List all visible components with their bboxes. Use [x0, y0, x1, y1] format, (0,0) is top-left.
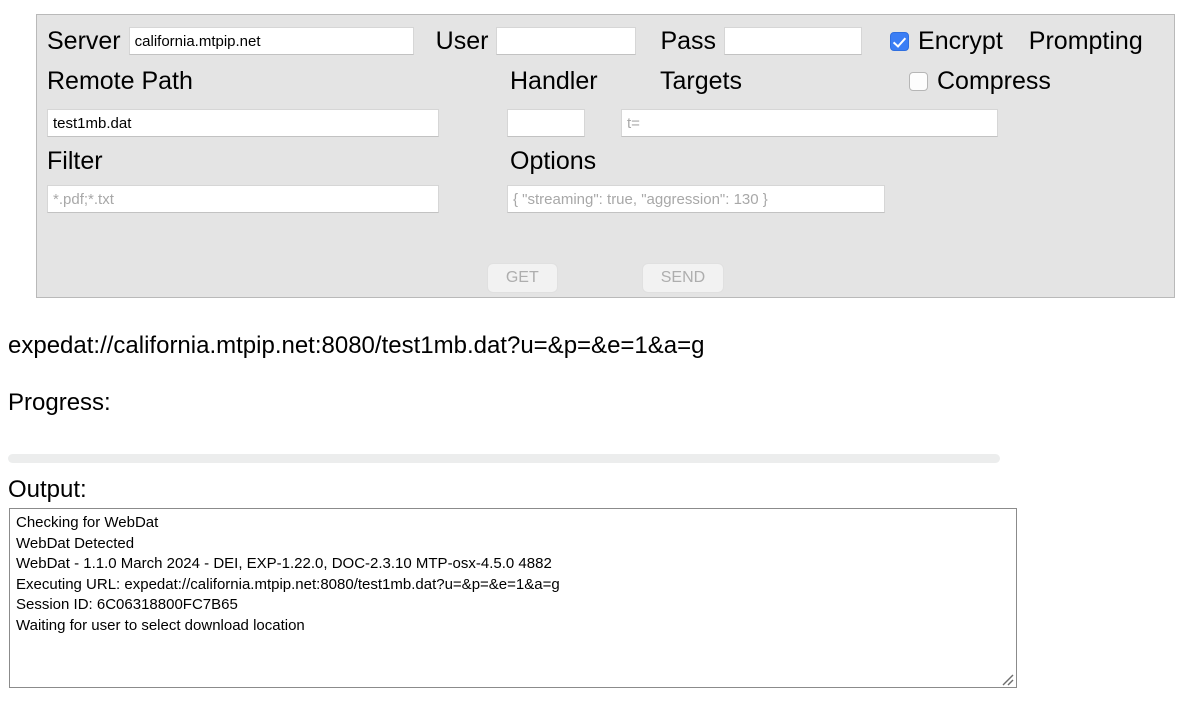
handler-label: Handler	[510, 67, 598, 95]
action-buttons-row: GET SEND	[37, 263, 1174, 293]
user-label: User	[435, 27, 489, 55]
send-button[interactable]: SEND	[641, 263, 725, 293]
options-label: Options	[510, 147, 597, 175]
output-line: Executing URL: expedat://california.mtpi…	[16, 575, 560, 593]
credentials-row: Server User Pass Encrypt Prompting	[47, 27, 1143, 55]
server-input[interactable]	[128, 27, 414, 55]
secondary-inputs-row	[47, 109, 998, 137]
get-button[interactable]: GET	[486, 263, 558, 293]
output-line: WebDat - 1.1.0 March 2024 - DEI, EXP-1.2…	[16, 555, 552, 572]
transfer-form-panel: Server User Pass Encrypt Prompting Remot…	[36, 14, 1175, 298]
output-label: Output:	[8, 476, 87, 503]
progress-label: Progress:	[8, 389, 111, 416]
server-label: Server	[47, 27, 121, 55]
compress-checkbox[interactable]	[909, 71, 928, 91]
progress-bar	[8, 454, 1000, 463]
output-line: Session ID: 6C06318800FC7B65	[16, 596, 238, 613]
output-line: Checking for WebDat	[16, 514, 159, 531]
output-textarea[interactable]: Checking for WebDat WebDat Detected WebD…	[9, 508, 1017, 688]
pass-input[interactable]	[724, 27, 863, 55]
filter-options-labels-row: Filter Options	[47, 147, 710, 175]
remote-path-input[interactable]	[47, 109, 439, 137]
prompting-label: Prompting	[1028, 27, 1143, 55]
output-line: Waiting for user to select download loca…	[16, 616, 305, 634]
user-input[interactable]	[496, 27, 637, 55]
compress-checkbox-group[interactable]: Compress	[909, 67, 1051, 95]
encrypt-checkbox-group[interactable]: Encrypt	[890, 27, 1003, 55]
generated-url-text: expedat://california.mtpip.net:8080/test…	[8, 332, 705, 359]
handler-input[interactable]	[507, 109, 585, 137]
targets-input[interactable]	[621, 109, 998, 137]
filter-label: Filter	[47, 147, 103, 175]
resize-grip-icon[interactable]	[1001, 673, 1014, 686]
remote-path-label: Remote Path	[47, 67, 193, 95]
filter-options-inputs-row	[47, 185, 885, 213]
compress-label: Compress	[937, 67, 1051, 95]
pass-label: Pass	[660, 27, 717, 55]
output-line: WebDat Detected	[16, 534, 135, 552]
encrypt-checkbox[interactable]	[890, 31, 910, 51]
options-input[interactable]	[507, 185, 885, 213]
secondary-labels-row: Remote Path Handler Targets Compress	[47, 67, 1051, 95]
filter-input[interactable]	[47, 185, 439, 213]
targets-label: Targets	[660, 67, 742, 95]
encrypt-label: Encrypt	[918, 27, 1003, 55]
